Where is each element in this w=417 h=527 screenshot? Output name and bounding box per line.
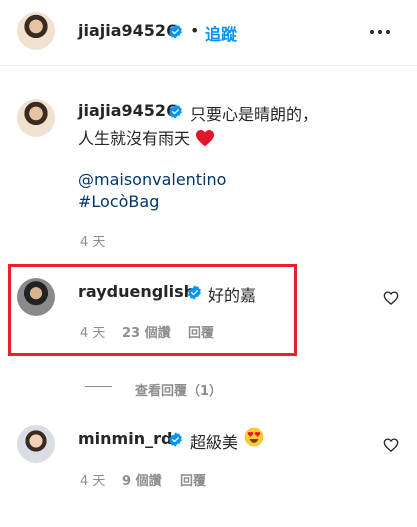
verified-badge-icon — [188, 285, 201, 300]
view-replies-button[interactable]: 查看回覆（1） — [135, 380, 222, 399]
like-heart-icon[interactable] — [383, 437, 399, 453]
caption-username[interactable]: jiajia94526 — [78, 101, 177, 120]
more-options-icon[interactable] — [369, 24, 391, 40]
verified-badge-icon — [169, 432, 182, 447]
divider-line — [85, 386, 112, 387]
caption-line2-text: 人生就沒有雨天 — [78, 129, 191, 148]
red-heart-icon — [196, 129, 215, 147]
comment-text: 好的嘉 — [208, 286, 257, 305]
verified-badge-icon — [169, 24, 182, 39]
heart-eyes-emoji-icon — [244, 427, 264, 447]
highlight-box — [8, 264, 297, 356]
reply-button[interactable]: 回覆 — [188, 322, 214, 341]
avatar[interactable] — [17, 12, 55, 50]
caption-line1: 只要心是晴朗的， — [190, 105, 319, 124]
avatar[interactable] — [17, 99, 55, 137]
verified-badge-icon — [169, 104, 182, 119]
caption-line2: 人生就沒有雨天 — [78, 125, 215, 149]
caption-mention-link[interactable]: @maisonvalentino — [78, 170, 226, 189]
comment-likes-count[interactable]: 9 個讚 — [122, 470, 162, 489]
comment-likes-count[interactable]: 23 個讚 — [122, 322, 171, 341]
comment-username[interactable]: minmin_rd — [78, 429, 172, 448]
reply-button[interactable]: 回覆 — [180, 470, 206, 489]
avatar[interactable] — [17, 278, 55, 316]
header-separator: • — [190, 21, 200, 40]
avatar[interactable] — [17, 425, 55, 463]
like-heart-icon[interactable] — [383, 290, 399, 306]
follow-button[interactable]: 追蹤 — [205, 21, 237, 45]
caption-hashtag-link[interactable]: #LocòBag — [78, 192, 159, 211]
comment-text: 超級美 — [190, 433, 239, 452]
comment-timestamp: 4 天 — [80, 474, 106, 489]
post-header: jiajia94526 • 追蹤 — [0, 0, 417, 66]
comment-username[interactable]: rayduenglish — [78, 282, 195, 301]
header-username[interactable]: jiajia94526 — [78, 21, 177, 40]
comment-timestamp: 4 天 — [80, 326, 106, 341]
caption-timestamp: 4 天 — [80, 235, 106, 250]
